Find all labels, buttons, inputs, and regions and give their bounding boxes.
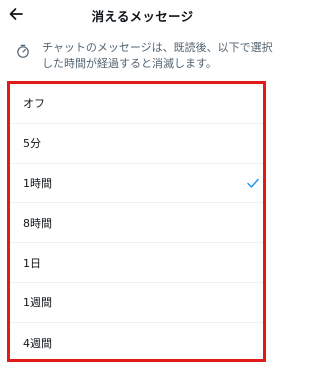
option-label: 1週間	[23, 296, 52, 310]
page-title: 消えるメッセージ	[91, 9, 194, 24]
option-label: 4週間	[23, 336, 52, 350]
option-1-day[interactable]: 1日	[10, 243, 263, 283]
option-label: 1日	[23, 256, 41, 270]
option-5-minutes[interactable]: 5分	[10, 124, 263, 164]
timer-icon	[17, 44, 29, 58]
option-label: オフ	[23, 97, 45, 111]
option-label: 5分	[23, 137, 41, 151]
option-label: 8時間	[23, 216, 52, 230]
header-bar: 消えるメッセージ	[0, 0, 285, 36]
option-1-hour[interactable]: 1時間	[10, 164, 263, 204]
option-label: 1時間	[23, 176, 52, 190]
info-description: チャットのメッセージは、既読後、以下で選択した時間が経過すると消滅します。	[42, 41, 273, 70]
checkmark-icon	[247, 178, 259, 188]
duration-options-list: オフ 5分 1時間 8時間 1日 1週間 4週間	[7, 81, 266, 362]
option-off[interactable]: オフ	[10, 84, 263, 124]
option-4-weeks[interactable]: 4週間	[10, 323, 263, 363]
option-1-week[interactable]: 1週間	[10, 283, 263, 323]
option-8-hours[interactable]: 8時間	[10, 203, 263, 244]
